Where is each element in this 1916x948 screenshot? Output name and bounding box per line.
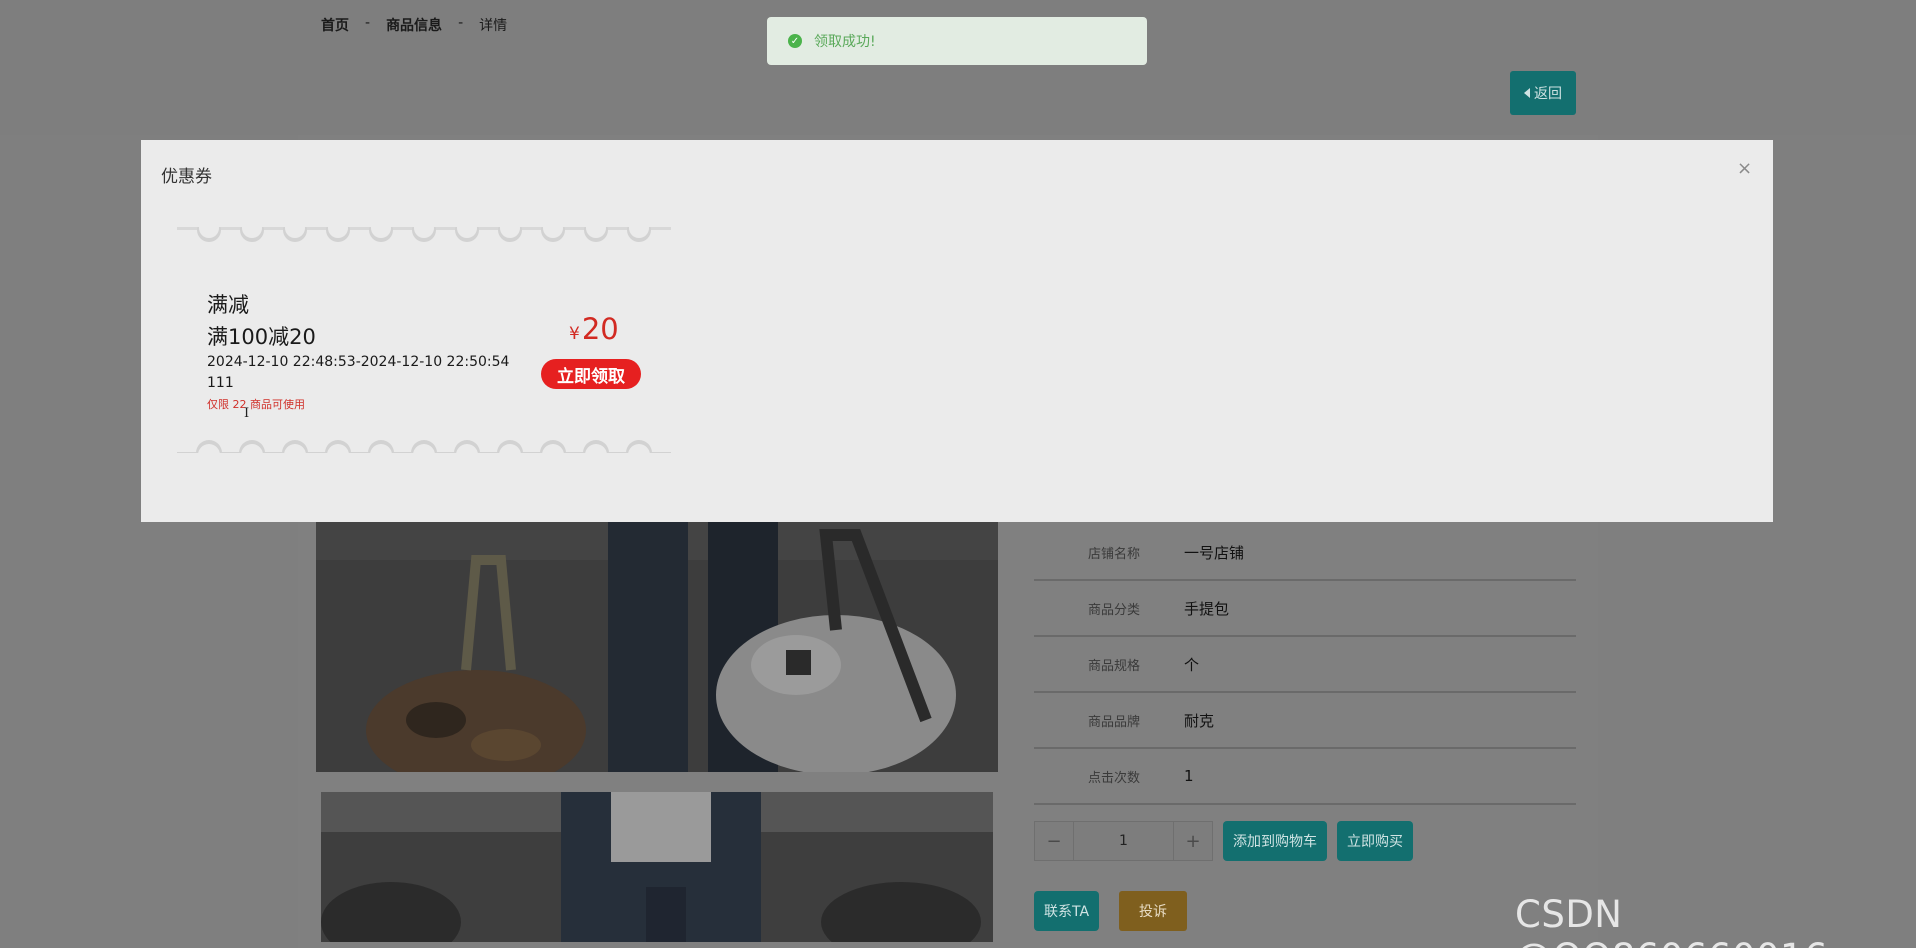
close-icon[interactable]: × — [1737, 158, 1752, 179]
info-value: 耐克 — [1184, 711, 1215, 730]
add-to-cart-button[interactable]: 添加到购物车 — [1223, 821, 1327, 861]
complain-button[interactable]: 投诉 — [1119, 891, 1188, 931]
info-value: 1 — [1184, 767, 1194, 785]
info-row-clicks: 点击次数 1 — [1034, 749, 1576, 805]
info-value: 手提包 — [1184, 599, 1230, 618]
coupon-modal: 优惠券 × 满减 满100减20 2024-12-10 22:48:53-202… — [141, 140, 1773, 522]
modal-title: 优惠券 — [161, 167, 212, 187]
caret-left-icon — [1524, 88, 1530, 98]
product-photo-secondary — [321, 792, 993, 942]
coupon-amount: ¥ 20 — [569, 312, 619, 346]
coupon-type: 满减 — [207, 293, 249, 317]
buy-now-button[interactable]: 立即购买 — [1337, 821, 1413, 861]
claim-coupon-button[interactable]: 立即领取 — [541, 359, 641, 389]
watermark: CSDN @QQ860660016 — [1515, 893, 1828, 948]
info-row-spec: 商品规格 个 — [1034, 637, 1576, 693]
increment-button[interactable]: + — [1173, 822, 1212, 860]
info-key: 店铺名称 — [1087, 546, 1140, 562]
info-key: 商品分类 — [1087, 602, 1140, 618]
info-value: 一号店铺 — [1184, 543, 1245, 562]
breadcrumb-separator: - — [458, 15, 464, 31]
product-image-main — [316, 520, 998, 772]
breadcrumb: 首页 - 商品信息 - 详情 — [321, 15, 507, 35]
info-row-shop: 店铺名称 一号店铺 — [1034, 525, 1576, 581]
info-value: 个 — [1184, 655, 1200, 674]
coupon-validity: 2024-12-10 22:48:53-2024-12-10 22:50:54 — [207, 354, 510, 370]
coupon-card: 满减 满100减20 2024-12-10 22:48:53-2024-12-1… — [177, 227, 671, 457]
info-row-category: 商品分类 手提包 — [1034, 581, 1576, 637]
toast-message: 领取成功! — [814, 34, 876, 50]
decrement-button[interactable]: − — [1035, 822, 1074, 860]
breadcrumb-separator: - — [365, 15, 371, 31]
currency-symbol: ¥ — [569, 324, 580, 344]
coupon-scallop-bottom — [177, 440, 671, 457]
coupon-scallop-top — [177, 227, 671, 242]
back-button-label: 返回 — [1534, 86, 1562, 102]
coupon-limit: 仅限 22 商品可使用 — [207, 398, 305, 411]
breadcrumb-detail: 详情 — [479, 18, 508, 34]
coupon-value: 20 — [581, 312, 619, 346]
purchase-controls: − 1 + 添加到购物车 立即购买 — [1034, 821, 1413, 861]
coupon-description: 111 — [207, 375, 234, 391]
back-button[interactable]: 返回 — [1510, 71, 1576, 115]
quantity-stepper: − 1 + — [1034, 821, 1213, 861]
breadcrumb-home[interactable]: 首页 — [321, 15, 349, 35]
info-key: 点击次数 — [1087, 770, 1140, 786]
check-circle-icon: ✓ — [788, 34, 802, 48]
product-info-table: 店铺名称 一号店铺 商品分类 手提包 商品规格 个 商品品牌 耐克 点击次数 1 — [1034, 525, 1576, 805]
info-key: 商品规格 — [1087, 658, 1140, 674]
quantity-input[interactable]: 1 — [1074, 822, 1173, 860]
contact-controls: 联系TA 投诉 — [1034, 891, 1188, 931]
coupon-name: 满100减20 — [207, 325, 316, 349]
product-photo — [316, 520, 998, 772]
contact-button[interactable]: 联系TA — [1034, 891, 1100, 931]
success-toast: ✓ 领取成功! — [767, 17, 1147, 65]
info-row-brand: 商品品牌 耐克 — [1034, 693, 1576, 749]
text-cursor-icon: I — [244, 406, 250, 421]
breadcrumb-goods[interactable]: 商品信息 — [386, 15, 442, 35]
info-key: 商品品牌 — [1087, 714, 1140, 730]
product-image-thumbnail[interactable] — [321, 792, 993, 942]
